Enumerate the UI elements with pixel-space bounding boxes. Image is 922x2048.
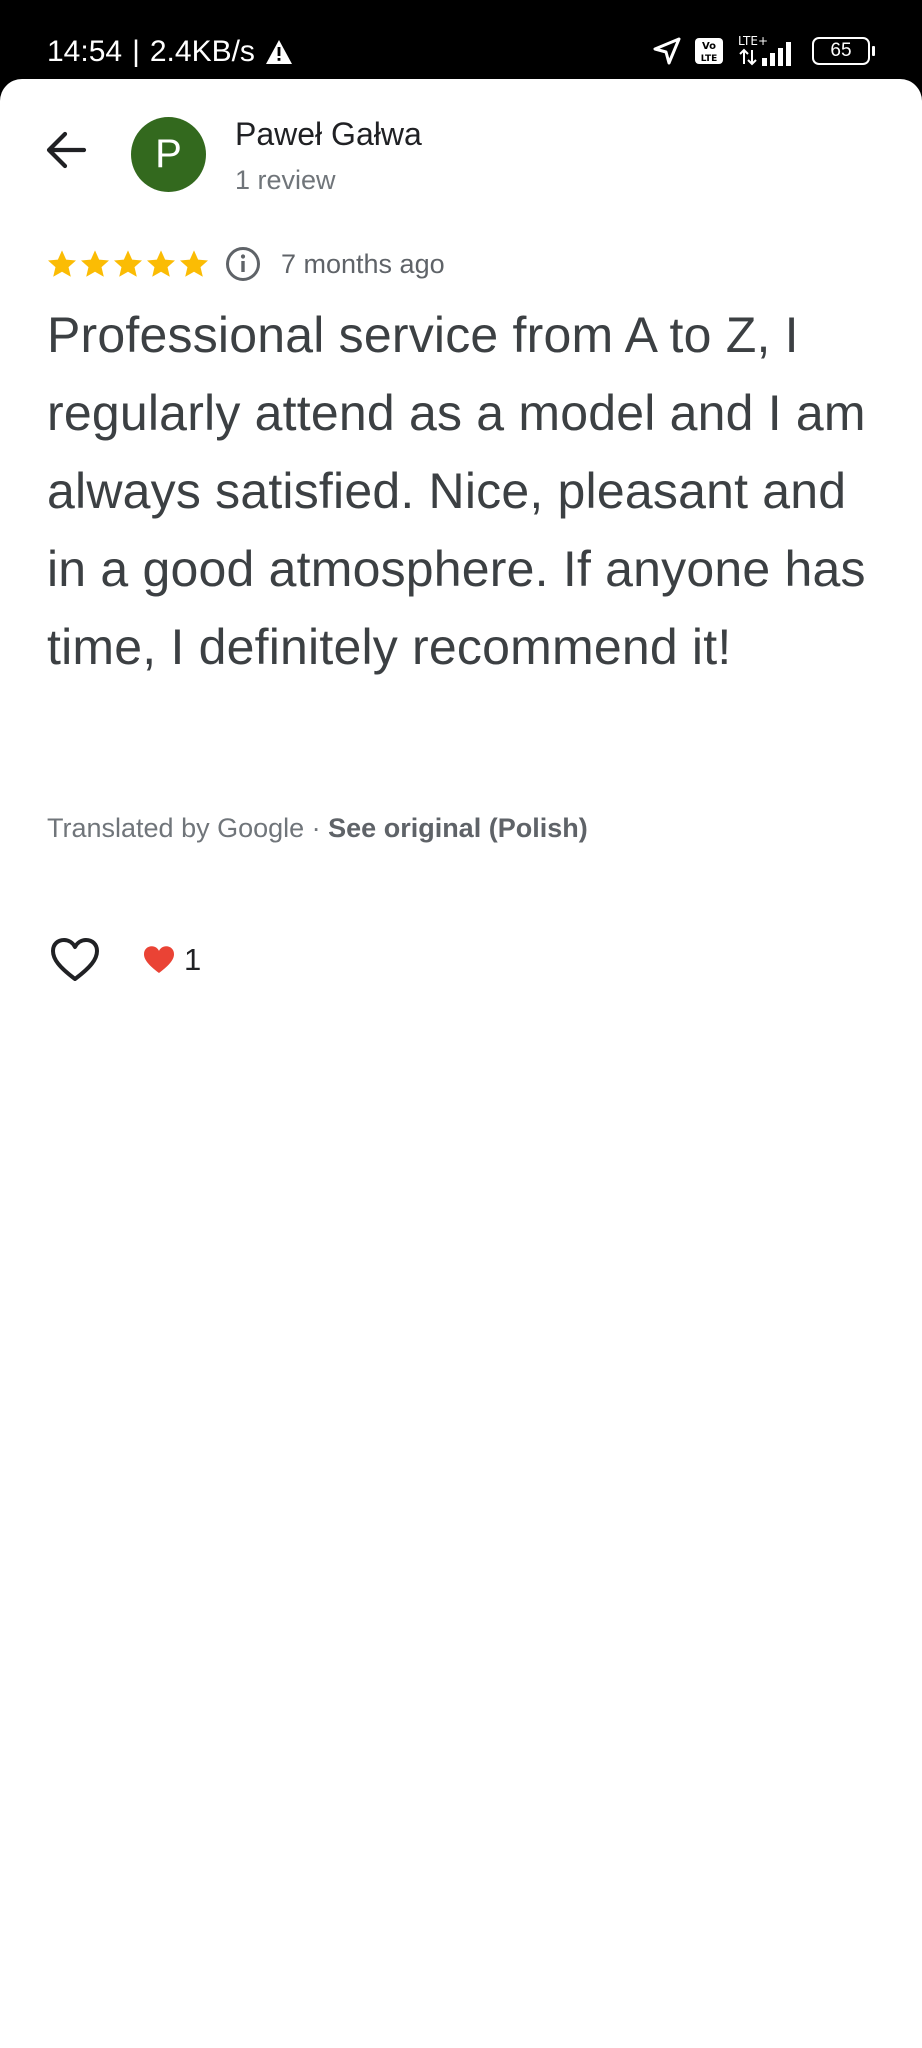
status-separator: | [132, 35, 140, 68]
svg-text:Vo: Vo [702, 41, 716, 52]
reaction-count: 1 [184, 942, 202, 977]
back-button[interactable] [38, 122, 94, 178]
volte-icon: Vo LTE [695, 38, 723, 64]
author-review-count: 1 review [235, 165, 336, 195]
see-original-link[interactable]: See original (Polish) [328, 813, 588, 843]
star-icon [81, 250, 109, 277]
translated-by-label: Translated by Google [47, 813, 305, 843]
warning-triangle-icon [265, 40, 292, 64]
status-network-speed: 2.4KB/s [149, 35, 255, 68]
review-date: 7 months ago [281, 248, 445, 279]
status-right: Vo LTE LTE+ 65 [652, 34, 875, 68]
rating-row: 7 months ago [46, 244, 445, 284]
info-icon[interactable] [225, 246, 261, 282]
location-arrow-icon [653, 37, 681, 65]
status-bar: 14:54 | 2.4KB/s Vo LTE LTE+ 65 [0, 0, 922, 80]
author-name[interactable]: Paweł Gałwa [235, 114, 422, 154]
star-rating [46, 248, 210, 280]
arrow-back-icon [46, 131, 87, 169]
heart-outline-icon [51, 938, 99, 981]
svg-text:LTE+: LTE+ [738, 34, 768, 48]
star-icon [147, 250, 175, 277]
svg-text:LTE: LTE [701, 54, 718, 64]
battery-icon: 65 [812, 37, 875, 65]
translation-note: Translated by Google · See original (Pol… [47, 808, 588, 848]
reaction-summary[interactable]: 1 [142, 940, 201, 980]
avatar[interactable]: P [131, 117, 206, 192]
star-icon [180, 250, 208, 277]
status-left: 14:54 | 2.4KB/s [47, 32, 293, 72]
heart-icon [144, 946, 174, 974]
review-text: Professional service from A to Z, I regu… [47, 307, 866, 675]
like-button[interactable] [45, 930, 105, 990]
status-time: 14:54 [47, 35, 123, 68]
star-icon [48, 250, 76, 277]
separator-dot: · [304, 813, 329, 843]
signal-icon: LTE+ [738, 34, 791, 66]
star-icon [114, 250, 142, 277]
